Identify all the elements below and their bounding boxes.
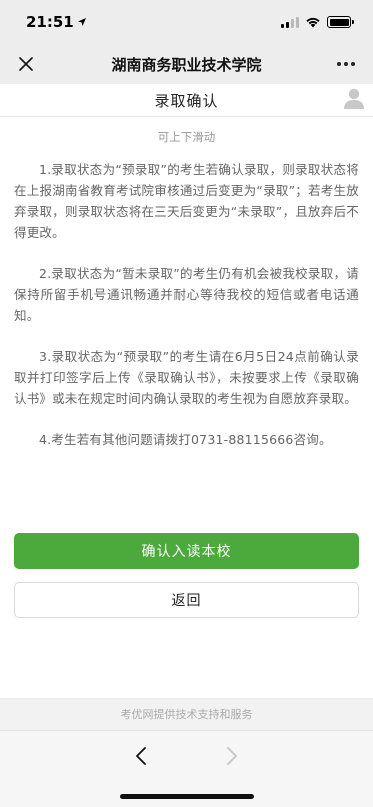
wifi-icon bbox=[306, 17, 320, 28]
chevron-right-icon bbox=[227, 747, 237, 765]
browser-back-button[interactable] bbox=[126, 741, 156, 771]
scroll-hint: 可上下滑动 bbox=[157, 130, 216, 144]
more-icon bbox=[337, 62, 341, 66]
battery-icon bbox=[327, 16, 354, 28]
close-icon bbox=[19, 57, 33, 71]
user-avatar-icon[interactable] bbox=[341, 85, 367, 111]
browser-forward-button[interactable] bbox=[217, 741, 247, 771]
note-item: 2.录取状态为“暂未录取”的考生仍有机会被我校录取，请保持所留手机号通讯畅通并耐… bbox=[14, 266, 359, 323]
note-item: 1.录取状态为“预录取”的考生若确认录取，则录取状态将在上报湖南省教育考试院审核… bbox=[14, 162, 359, 240]
note-item: 3.录取状态为“预录取”的考生请在6月5日24点前确认录取并打印签字后上传《录取… bbox=[14, 349, 359, 406]
page-title: 录取确认 bbox=[154, 91, 219, 110]
status-bar: 21:51 bbox=[0, 0, 373, 44]
navigation-bar: 湖南商务职业技术学院 bbox=[0, 44, 373, 84]
note-item: 4.考生若有其他问题请拨打0731-88115666咨询。 bbox=[39, 432, 332, 447]
cellular-signal-icon bbox=[281, 16, 299, 28]
browser-bottom-bar bbox=[0, 730, 373, 807]
confirm-enrollment-button[interactable]: 确认入读本校 bbox=[14, 533, 359, 569]
close-button[interactable] bbox=[14, 52, 38, 76]
chevron-left-icon bbox=[136, 747, 146, 765]
status-time: 21:51 bbox=[26, 13, 87, 31]
location-arrow-icon bbox=[77, 18, 86, 26]
home-indicator[interactable] bbox=[120, 794, 254, 799]
status-time-text: 21:51 bbox=[26, 13, 74, 31]
main-content: 录取确认 可上下滑动 1.录取状态为“预录取”的考生若确认录取，则录取状态将在上… bbox=[0, 84, 373, 698]
notes-list: 1.录取状态为“预录取”的考生若确认录取，则录取状态将在上报湖南省教育考试院审核… bbox=[0, 159, 373, 450]
more-button[interactable] bbox=[333, 52, 359, 76]
status-indicators bbox=[281, 16, 354, 28]
back-button[interactable]: 返回 bbox=[14, 582, 359, 618]
footer-credit: 考优网提供技术支持和服务 bbox=[0, 700, 373, 730]
page-header: 录取确认 bbox=[0, 84, 373, 117]
nav-title: 湖南商务职业技术学院 bbox=[111, 55, 262, 74]
